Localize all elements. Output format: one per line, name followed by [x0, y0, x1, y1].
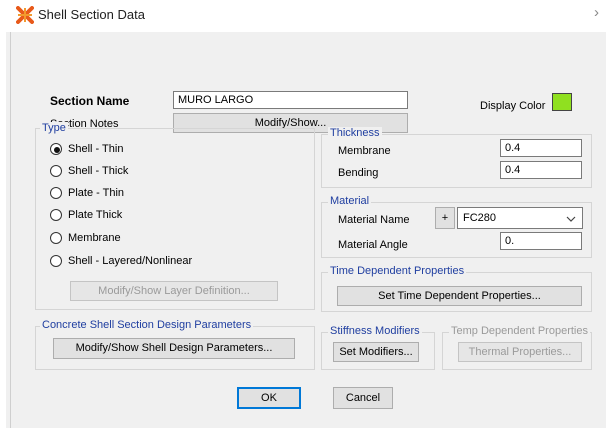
bending-label: Bending — [338, 167, 379, 179]
bending-thickness-input[interactable]: 0.4 — [500, 161, 582, 179]
section-name-input[interactable]: MURO LARGO — [173, 91, 408, 109]
cancel-button[interactable]: Cancel — [333, 387, 393, 409]
left-window-edge — [0, 32, 6, 428]
material-angle-label: Material Angle — [338, 239, 408, 251]
temp-dependent-title: Temp Dependent Properties — [449, 325, 590, 337]
type-option-shell-layered[interactable]: Shell - Layered/Nonlinear — [50, 254, 270, 270]
radio-icon[interactable] — [50, 165, 62, 177]
membrane-thickness-input[interactable]: 0.4 — [500, 139, 582, 157]
type-option-label: Shell - Thick — [68, 165, 129, 177]
add-material-button[interactable]: + — [435, 207, 455, 229]
radio-icon[interactable] — [50, 255, 62, 267]
type-option-shell-thin[interactable]: Shell - Thin — [50, 142, 250, 158]
chevron-down-icon — [566, 216, 576, 222]
set-time-dependent-button[interactable]: Set Time Dependent Properties... — [337, 286, 582, 306]
material-name-select[interactable]: FC280 — [457, 207, 583, 229]
radio-icon[interactable] — [50, 209, 62, 221]
type-group-title: Type — [40, 122, 68, 134]
thickness-group-title: Thickness — [328, 127, 382, 139]
type-option-label: Plate - Thin — [68, 187, 125, 199]
type-option-label: Shell - Layered/Nonlinear — [68, 255, 193, 267]
type-option-membrane[interactable]: Membrane — [50, 231, 250, 247]
left-divider — [10, 32, 11, 428]
display-color-swatch[interactable] — [552, 93, 572, 111]
type-option-plate-thin[interactable]: Plate - Thin — [50, 186, 250, 202]
radio-icon[interactable] — [50, 143, 62, 155]
radio-icon[interactable] — [50, 232, 62, 244]
window-title: Shell Section Data — [38, 7, 145, 22]
type-option-label: Plate Thick — [68, 209, 123, 221]
membrane-label: Membrane — [338, 145, 391, 157]
shell-app-icon — [16, 6, 34, 24]
ok-button[interactable]: OK — [237, 387, 301, 409]
time-dependent-title: Time Dependent Properties — [328, 265, 467, 277]
layer-definition-button[interactable]: Modify/Show Layer Definition... — [70, 281, 278, 301]
radio-icon[interactable] — [50, 187, 62, 199]
thermal-properties-button[interactable]: Thermal Properties... — [458, 342, 582, 362]
concrete-design-title: Concrete Shell Section Design Parameters — [40, 319, 254, 331]
display-color-label: Display Color — [480, 100, 546, 112]
set-modifiers-button[interactable]: Set Modifiers... — [333, 342, 419, 362]
type-option-plate-thick[interactable]: Plate Thick — [50, 208, 250, 224]
material-angle-input[interactable]: 0. — [500, 232, 582, 250]
type-option-shell-thick[interactable]: Shell - Thick — [50, 164, 250, 180]
material-name-label: Material Name — [338, 214, 410, 226]
stiffness-title: Stiffness Modifiers — [328, 325, 422, 337]
material-group-title: Material — [328, 195, 372, 207]
section-name-label: Section Name — [50, 94, 130, 108]
type-option-label: Shell - Thin — [68, 143, 124, 155]
radio-selected-dot — [54, 147, 60, 153]
material-name-value: FC280 — [463, 212, 497, 224]
shell-design-params-button[interactable]: Modify/Show Shell Design Parameters... — [53, 338, 295, 359]
type-option-label: Membrane — [68, 232, 121, 244]
close-icon[interactable]: › — [594, 4, 599, 21]
